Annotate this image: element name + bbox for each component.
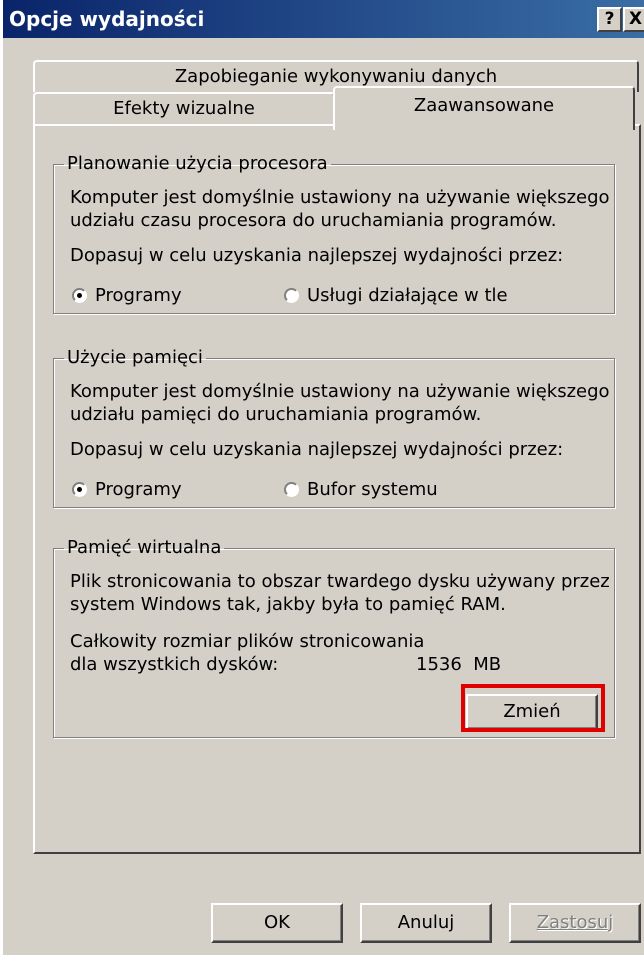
title-bar[interactable]: Opcje wydajności ? X bbox=[3, 0, 644, 38]
memory-programs-label: Programy bbox=[95, 479, 182, 500]
change-virtual-memory-button[interactable]: Zmień bbox=[466, 694, 598, 730]
tab-advanced[interactable]: Zaawansowane bbox=[333, 86, 635, 130]
radio-unchecked-icon bbox=[284, 288, 299, 303]
cpu-description-line2: udziału czasu procesora do uruchamiania … bbox=[70, 210, 557, 231]
paging-total-label-line1: Całkowity rozmiar plików stronicowania bbox=[70, 631, 425, 652]
virtual-memory-description-line1: Plik stronicowania to obszar twardego dy… bbox=[70, 571, 610, 592]
virtual-memory-legend: Pamięć wirtualna bbox=[67, 537, 222, 558]
radio-unchecked-icon bbox=[284, 482, 299, 497]
virtual-memory-description-line2: system Windows tak, jakby była to pamięć… bbox=[70, 594, 506, 615]
window-title: Opcje wydajności bbox=[9, 7, 205, 31]
paging-total-label-line2: dla wszystkich dysków: bbox=[70, 654, 279, 675]
memory-description-line1: Komputer jest domyślnie ustawiony na uży… bbox=[70, 381, 610, 402]
tab-panel-advanced: Planowanie użycia procesora Komputer jes… bbox=[33, 124, 641, 854]
memory-system-cache-radio[interactable]: Bufor systemu bbox=[284, 479, 438, 500]
cpu-description-line1: Komputer jest domyślnie ustawiony na uży… bbox=[70, 187, 610, 208]
memory-programs-radio[interactable]: Programy bbox=[72, 479, 182, 500]
cpu-scheduling-legend: Planowanie użycia procesora bbox=[67, 153, 328, 174]
radio-checked-icon bbox=[72, 288, 87, 303]
cancel-button[interactable]: Anuluj bbox=[360, 903, 492, 943]
memory-system-cache-label: Bufor systemu bbox=[307, 479, 438, 500]
apply-button[interactable]: Zastosuj bbox=[509, 903, 641, 943]
performance-options-dialog: Opcje wydajności ? X Zapobieganie wykony… bbox=[0, 0, 644, 955]
memory-usage-group: Użycie pamięci Komputer jest domyślnie u… bbox=[53, 348, 615, 508]
tab-visual-effects[interactable]: Efekty wizualne bbox=[33, 92, 335, 124]
help-button[interactable]: ? bbox=[597, 7, 622, 32]
virtual-memory-group: Pamięć wirtualna Plik stronicowania to o… bbox=[53, 538, 615, 738]
cpu-scheduling-group: Planowanie użycia procesora Komputer jes… bbox=[53, 154, 615, 314]
cpu-background-services-label: Usługi działające w tle bbox=[307, 285, 508, 306]
ok-button[interactable]: OK bbox=[211, 903, 343, 943]
paging-total-value: 1536 MB bbox=[416, 654, 502, 675]
cpu-background-services-radio[interactable]: Usługi działające w tle bbox=[284, 285, 508, 306]
memory-adjust-label: Dopasuj w celu uzyskania najlepszej wyda… bbox=[70, 439, 564, 460]
close-button[interactable]: X bbox=[623, 7, 644, 32]
memory-description-line2: udziału pamięci do uruchamiania programó… bbox=[70, 404, 482, 425]
cpu-programs-radio[interactable]: Programy bbox=[72, 285, 182, 306]
cpu-programs-label: Programy bbox=[95, 285, 182, 306]
memory-usage-legend: Użycie pamięci bbox=[67, 347, 203, 368]
radio-checked-icon bbox=[72, 482, 87, 497]
cpu-adjust-label: Dopasuj w celu uzyskania najlepszej wyda… bbox=[70, 245, 564, 266]
